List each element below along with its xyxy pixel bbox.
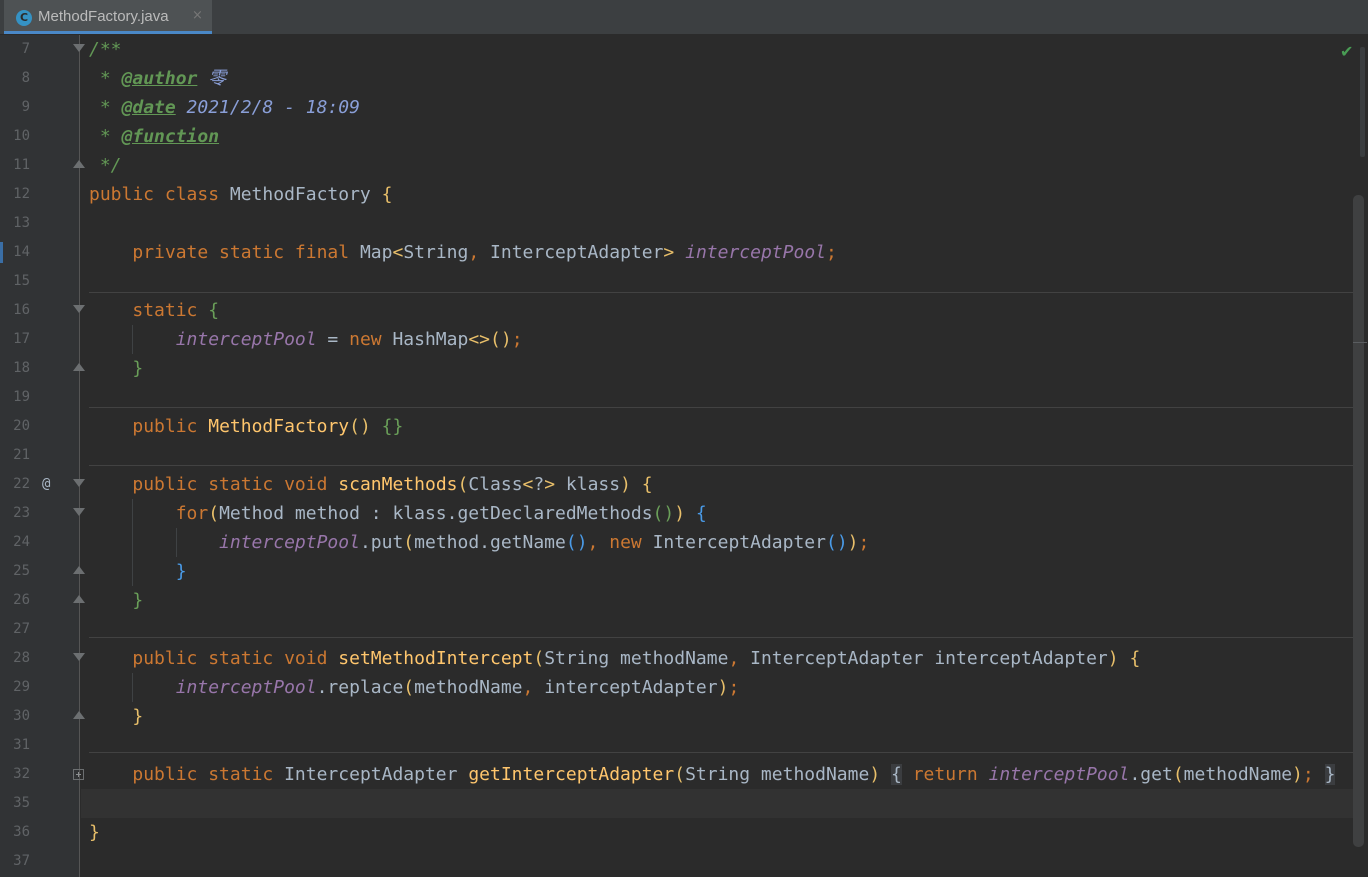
- code-line[interactable]: * @date 2021/2/8 - 18:09: [81, 93, 1353, 122]
- code-line-current[interactable]: [81, 789, 1353, 818]
- line-text: static {: [132, 300, 220, 321]
- line-number: 22: [13, 476, 30, 492]
- editor-tab-bar: C MethodFactory.java ×: [0, 0, 1368, 35]
- line-number-gutter[interactable]: 7 8 9 10 11 12 13 14 15 16 17 18 19 20 2…: [0, 35, 85, 877]
- code-line[interactable]: interceptPool.put(method.getName(), new …: [81, 528, 1353, 557]
- code-line[interactable]: [81, 267, 1353, 296]
- code-line[interactable]: [81, 383, 1353, 412]
- line-number: 32: [13, 766, 30, 782]
- code-line[interactable]: public static void scanMethods(Class<?> …: [81, 470, 1353, 499]
- code-line[interactable]: public class MethodFactory {: [81, 180, 1353, 209]
- line-number: 13: [13, 215, 30, 231]
- line-number: 16: [13, 302, 30, 318]
- line-number: 7: [21, 41, 30, 57]
- vertical-scrollbar[interactable]: [1353, 35, 1368, 877]
- line-number: 35: [13, 795, 30, 811]
- java-class-icon: C: [16, 10, 32, 26]
- line-text: */: [89, 155, 122, 176]
- code-line[interactable]: }: [81, 557, 1353, 586]
- line-number: 14: [13, 244, 30, 260]
- line-text: public MethodFactory() {}: [132, 416, 404, 437]
- line-number: 20: [13, 418, 30, 434]
- line-number: 25: [13, 563, 30, 579]
- line-number: 29: [13, 679, 30, 695]
- code-line[interactable]: [81, 209, 1353, 238]
- close-icon[interactable]: ×: [192, 8, 203, 23]
- tab-label: MethodFactory.java: [38, 8, 169, 25]
- scrollbar-thumb[interactable]: [1353, 195, 1364, 847]
- line-number: 30: [13, 708, 30, 724]
- code-line[interactable]: interceptPool.replace(methodName, interc…: [81, 673, 1353, 702]
- code-line[interactable]: public MethodFactory() {}: [81, 412, 1353, 441]
- line-number: 11: [13, 157, 30, 173]
- line-text: interceptPool.put(method.getName(), new …: [219, 532, 870, 553]
- line-text: }: [89, 822, 100, 843]
- code-line[interactable]: [81, 731, 1353, 760]
- line-text: }: [132, 590, 144, 611]
- folded-region[interactable]: {: [891, 764, 902, 785]
- code-line[interactable]: }: [81, 354, 1353, 383]
- code-line[interactable]: * @function: [81, 122, 1353, 151]
- line-text: public static void scanMethods(Class<?> …: [132, 474, 653, 495]
- line-number: 17: [13, 331, 30, 347]
- code-line[interactable]: for(Method method : klass.getDeclaredMet…: [81, 499, 1353, 528]
- line-number: 21: [13, 447, 30, 463]
- line-number: 10: [13, 128, 30, 144]
- line-text: /**: [89, 39, 122, 60]
- line-number: 26: [13, 592, 30, 608]
- line-text: interceptPool.replace(methodName, interc…: [175, 677, 740, 698]
- line-text: for(Method method : klass.getDeclaredMet…: [175, 503, 707, 524]
- line-number: 18: [13, 360, 30, 376]
- line-text: public static void setMethodIntercept(St…: [132, 648, 1141, 669]
- code-line[interactable]: static {: [81, 296, 1353, 325]
- line-text: * @date 2021/2/8 - 18:09: [89, 97, 360, 118]
- line-text: * @author 零: [89, 68, 227, 89]
- inspection-ok-icon[interactable]: ✔: [1340, 42, 1353, 61]
- code-line[interactable]: private static final Map<String, Interce…: [81, 238, 1353, 267]
- code-editor[interactable]: /** * @author 零 * @date 2021/2/8 - 18:09…: [81, 35, 1353, 877]
- tab-methodfactory-java[interactable]: C MethodFactory.java ×: [4, 0, 212, 34]
- code-line[interactable]: [81, 441, 1353, 470]
- scrollbar-track: [1360, 47, 1365, 157]
- line-text: }: [175, 561, 187, 582]
- line-text: interceptPool = new HashMap<>();: [175, 329, 523, 350]
- code-line[interactable]: [81, 847, 1353, 876]
- line-text: public static InterceptAdapter getInterc…: [132, 764, 1336, 785]
- line-number: 15: [13, 273, 30, 289]
- code-line[interactable]: [81, 615, 1353, 644]
- code-line[interactable]: }: [81, 702, 1353, 731]
- scrollbar-marker: [1353, 342, 1367, 343]
- code-line[interactable]: /**: [81, 35, 1353, 64]
- line-number: 23: [13, 505, 30, 521]
- line-number: 28: [13, 650, 30, 666]
- code-line[interactable]: interceptPool = new HashMap<>();: [81, 325, 1353, 354]
- line-text: public class MethodFactory {: [89, 184, 393, 205]
- line-number: 8: [21, 70, 30, 86]
- line-number: 12: [13, 186, 30, 202]
- code-line[interactable]: }: [81, 818, 1353, 847]
- line-number: 9: [21, 99, 30, 115]
- line-text: }: [132, 358, 144, 379]
- code-line[interactable]: * @author 零: [81, 64, 1353, 93]
- line-text: }: [132, 706, 144, 727]
- override-annotation-icon[interactable]: @: [42, 475, 50, 493]
- line-number: 24: [13, 534, 30, 550]
- code-line[interactable]: */: [81, 151, 1353, 180]
- line-number: 31: [13, 737, 30, 753]
- line-text: * @function: [89, 126, 220, 147]
- line-number: 36: [13, 824, 30, 840]
- line-text: private static final Map<String, Interce…: [132, 242, 837, 263]
- line-number: 19: [13, 389, 30, 405]
- code-line[interactable]: public static InterceptAdapter getInterc…: [81, 760, 1353, 789]
- code-line[interactable]: }: [81, 586, 1353, 615]
- line-number: 37: [13, 853, 30, 869]
- code-line[interactable]: public static void setMethodIntercept(St…: [81, 644, 1353, 673]
- line-number: 27: [13, 621, 30, 637]
